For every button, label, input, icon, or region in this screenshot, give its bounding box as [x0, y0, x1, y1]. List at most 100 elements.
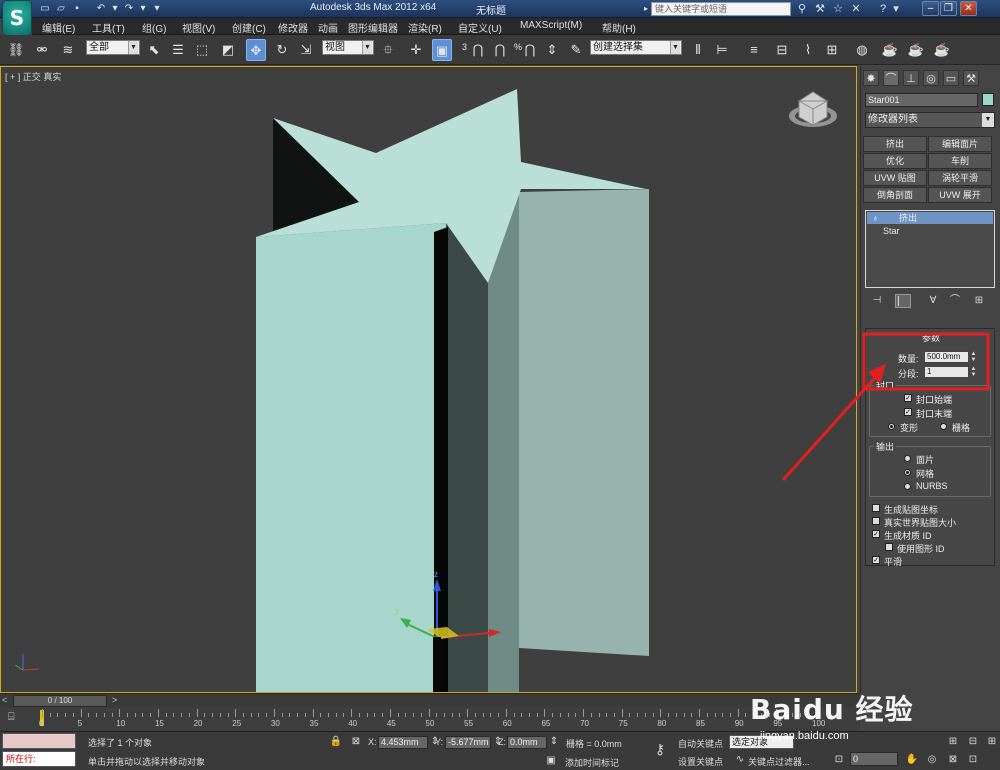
key-filters-button[interactable]: 关键点过滤器...	[748, 755, 810, 768]
add-time-tag-button[interactable]: 添加时间标记	[565, 756, 619, 769]
lock-selection-icon[interactable]: 🔒	[329, 735, 343, 749]
key-curve-icon[interactable]: ∿	[733, 753, 747, 767]
timeline-minor-tick	[420, 713, 422, 717]
timeline-minor-tick	[528, 713, 530, 717]
selection-status: 选择了 1 个对象	[88, 738, 153, 748]
timeline-minor-tick	[297, 713, 299, 717]
timeline-tick-label: 30	[270, 719, 280, 728]
timeline-minor-tick	[498, 713, 500, 717]
field-of-view-icon[interactable]: ⊠	[946, 753, 960, 767]
timeline-minor-tick	[111, 713, 113, 717]
timeline-minor-tick	[474, 713, 476, 717]
status-bar: 所在行: 选择了 1 个对象 单击并拖动以选择并移动对象 🔒 ⊠ X: 4.45…	[0, 731, 1000, 770]
timeline-tick	[119, 709, 121, 717]
app-window: ▭ ▱ ▪ ↶ ▾ ↷ ▾ ▾ Autodesk 3ds Max 2012 x6…	[0, 0, 1000, 770]
timeline-tick-label: 0	[39, 719, 44, 728]
timeline-minor-tick	[165, 713, 167, 717]
timeline-minor-tick	[598, 713, 600, 717]
grid-size-text: 栅格 = 0.0mm	[566, 739, 622, 749]
timeline-tick	[389, 709, 391, 717]
timeline-minor-tick	[374, 713, 376, 717]
timeline-minor-tick	[258, 713, 260, 717]
timeline-tick-label: 40	[348, 719, 358, 728]
zoom-extents-all-icon[interactable]: ⊟	[966, 735, 980, 749]
prompt-line: 单击并拖动以选择并移动对象	[88, 757, 206, 767]
timeline-minor-tick	[212, 713, 214, 717]
time-slider[interactable]: < 0 / 100 >	[0, 693, 860, 707]
timeline-minor-tick	[281, 713, 283, 717]
y-coordinate-field[interactable]: -5.677mm	[445, 736, 491, 749]
timeline-minor-tick	[413, 713, 415, 717]
watermark-url: jingyan.baidu.com	[760, 730, 849, 742]
maxscript-listener[interactable]	[2, 733, 76, 749]
timeline-minor-tick	[142, 713, 144, 717]
timeline-minor-tick	[304, 713, 306, 717]
orbit-icon[interactable]: ◎	[925, 753, 939, 767]
timeline-minor-tick	[103, 713, 105, 717]
timeline-tick-label: 55	[464, 719, 474, 728]
timeline-minor-tick	[405, 713, 407, 717]
timeline-minor-tick	[219, 713, 221, 717]
timeline-minor-tick	[722, 713, 724, 717]
timeline-tick-label: 70	[580, 719, 589, 728]
next-frame-icon[interactable]: >	[112, 695, 117, 705]
timeline-minor-tick	[266, 713, 268, 717]
zoom-extents-icon[interactable]: ⊞	[946, 735, 960, 749]
track-bar[interactable]: ⌸ 0 5 10 15 20 25 30 35 40 45 50 55 60 65 70 75 80 85 90 95…	[0, 707, 860, 731]
timeline-tick	[699, 709, 701, 717]
annotation-arrow	[781, 370, 882, 482]
key-icon[interactable]: ⚷	[648, 742, 672, 756]
timeline-tick	[737, 709, 739, 717]
timeline-minor-tick	[204, 713, 206, 717]
timeline-minor-tick	[629, 713, 631, 717]
timeline-tick	[312, 709, 314, 717]
timeline-minor-tick	[289, 713, 291, 717]
pan-hand-icon[interactable]: ✋	[905, 753, 919, 767]
mini-curve-editor-icon[interactable]: ⌸	[8, 711, 15, 724]
timeline-minor-tick	[745, 713, 747, 717]
timeline-minor-tick	[320, 713, 322, 717]
z-spinner-icon[interactable]: ⇕	[547, 735, 561, 749]
timeline-minor-tick	[714, 713, 716, 717]
timeline-minor-tick	[65, 713, 67, 717]
timeline-minor-tick	[358, 713, 360, 717]
timeline-tick	[621, 709, 623, 717]
timeline-tick	[235, 709, 237, 717]
zoom-region-icon[interactable]: ⊞	[985, 735, 999, 749]
timeline-minor-tick	[559, 713, 561, 717]
timeline-minor-tick	[482, 713, 484, 717]
timeline-tick-label: 10	[116, 719, 126, 728]
auto-key-button[interactable]: 自动关键点	[678, 737, 723, 750]
timeline-tick-label: 5	[77, 719, 83, 728]
maximize-viewport-icon[interactable]: ⊡	[966, 753, 980, 767]
timeline-minor-tick	[637, 713, 639, 717]
timeline-minor-tick	[150, 713, 152, 717]
absolute-mode-icon[interactable]: ⊠	[349, 735, 363, 749]
timeline-tick-label: 20	[193, 719, 203, 728]
maxscript-mini-listener[interactable]: 所在行:	[2, 751, 76, 767]
x-coordinate-field[interactable]: 4.453mm	[378, 736, 428, 749]
time-tag-icon[interactable]: ▣	[544, 754, 558, 768]
timeline-tick	[273, 709, 275, 717]
z-label: Z:	[498, 737, 506, 747]
timeline-tick-label: 35	[309, 719, 319, 728]
timeline-minor-tick	[729, 713, 731, 717]
timeline-minor-tick	[683, 713, 685, 717]
timeline-tick	[196, 709, 198, 717]
timeline-tick	[544, 709, 546, 717]
current-frame-field[interactable]: 0	[850, 752, 898, 766]
frame-field-icon[interactable]: ⊡	[832, 753, 846, 767]
timeline-minor-tick	[242, 713, 244, 717]
timeline-minor-tick	[436, 713, 438, 717]
timeline-minor-tick	[397, 713, 399, 717]
prev-frame-icon[interactable]: <	[2, 695, 7, 705]
timeline-tick-label: 60	[502, 719, 512, 728]
timeline-tick-label: 15	[154, 719, 164, 728]
timeline-minor-tick	[57, 713, 59, 717]
set-key-button[interactable]: 设置关键点	[678, 755, 723, 768]
time-slider-thumb[interactable]: 0 / 100	[13, 695, 107, 707]
timeline-minor-tick	[227, 713, 229, 717]
x-label: X:	[368, 737, 377, 747]
annotation-overlay	[781, 332, 990, 482]
z-coordinate-field[interactable]: 0.0mm	[507, 736, 547, 749]
